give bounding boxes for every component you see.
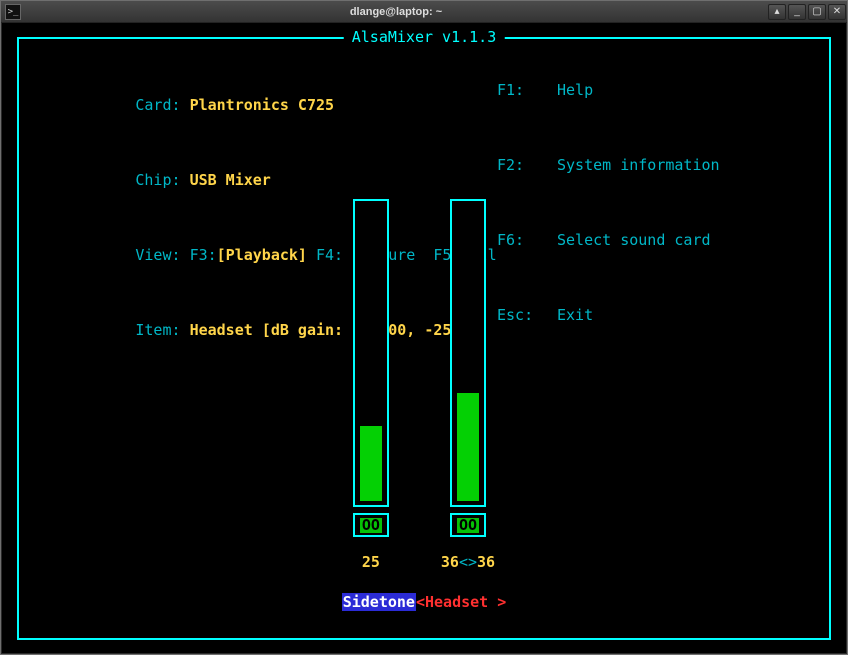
window-frame: >_ dlange@laptop: ~ ▴ _ ▢ ✕ AlsaMixer v1…	[0, 0, 848, 655]
sidetone-mutebox[interactable]: OO	[353, 513, 389, 537]
f2-key[interactable]: F2:	[497, 158, 557, 203]
f1-desc: Help	[557, 83, 593, 128]
card-value: Plantronics C725	[190, 96, 335, 114]
sidetone-label[interactable]: Sidetone	[342, 593, 416, 611]
headset-value: 36<>36	[441, 555, 495, 570]
alsamixer-frame: AlsaMixer v1.1.3 Card: Plantronics C725 …	[17, 37, 831, 640]
channel-labels: Sidetone<Headset >	[19, 595, 829, 610]
selection-left-chevron-icon: <	[416, 593, 425, 611]
titlebar[interactable]: >_ dlange@laptop: ~ ▴ _ ▢ ✕	[1, 1, 847, 23]
f2-desc: System information	[557, 158, 720, 203]
window-close-button[interactable]: ✕	[828, 4, 846, 20]
selection-right-chevron-icon: >	[497, 593, 506, 611]
channel-sidetone[interactable]: OO 25	[353, 199, 389, 570]
channel-headset[interactable]: OO 36<>36	[441, 199, 495, 570]
sidetone-mute-state: OO	[360, 518, 382, 533]
window-title: dlange@laptop: ~	[25, 6, 767, 18]
window-minimize-button[interactable]: _	[788, 4, 806, 20]
headset-right-text: 36	[477, 553, 495, 571]
terminal-app-icon: >_	[5, 4, 21, 20]
chip-value: USB Mixer	[190, 171, 271, 189]
window-rollup-button[interactable]: ▴	[768, 4, 786, 20]
sidetone-value: 25	[362, 555, 380, 570]
mixer-bars: OO 25 OO 36<>36	[19, 199, 829, 570]
headset-mutebox[interactable]: OO	[450, 513, 486, 537]
app-title: AlsaMixer v1.1.3	[344, 30, 505, 45]
f1-key[interactable]: F1:	[497, 83, 557, 128]
headset-mute-state: OO	[457, 518, 479, 533]
headset-sep: <>	[459, 553, 477, 571]
chip-label: Chip:	[135, 171, 189, 189]
card-label: Card:	[135, 96, 189, 114]
sidetone-fill	[360, 426, 382, 501]
window-maximize-button[interactable]: ▢	[808, 4, 826, 20]
headset-fill	[457, 393, 479, 501]
headset-bar[interactable]	[450, 199, 486, 507]
sidetone-value-text: 25	[362, 553, 380, 571]
sidetone-bar[interactable]	[353, 199, 389, 507]
headset-left-text: 36	[441, 553, 459, 571]
headset-label[interactable]: Headset	[425, 593, 497, 611]
terminal-surface[interactable]: AlsaMixer v1.1.3 Card: Plantronics C725 …	[5, 27, 843, 650]
